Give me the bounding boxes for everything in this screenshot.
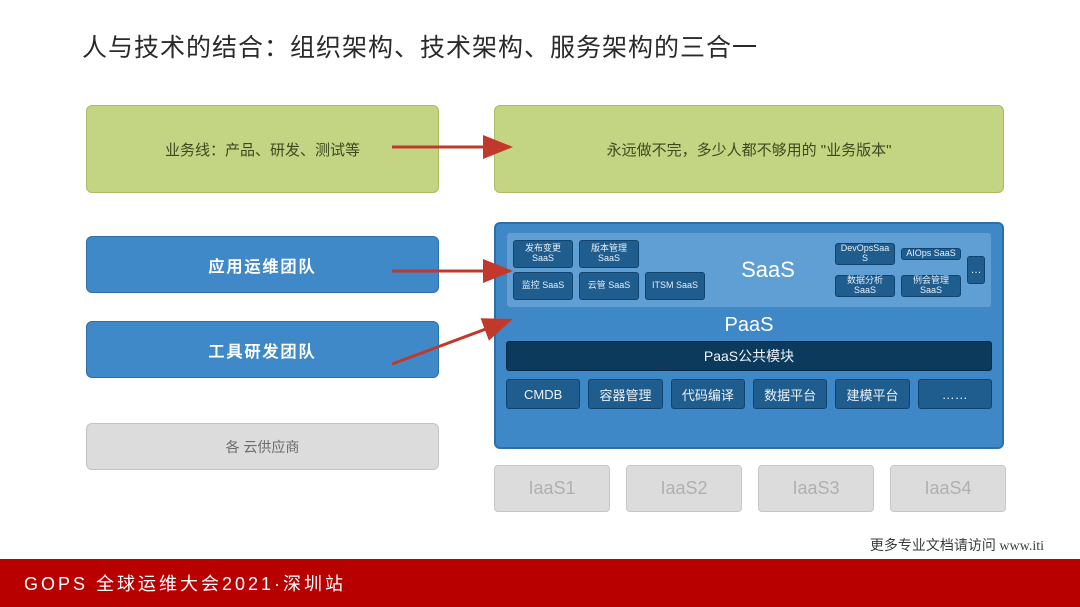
- iaas-box: IaaS3: [758, 465, 874, 512]
- paas-modules-row: CMDB 容器管理 代码编译 数据平台 建模平台 ……: [506, 379, 992, 409]
- saas-label: SaaS: [701, 257, 835, 283]
- saas-item: DevOpsSaa S: [835, 243, 895, 265]
- saas-item: 云管 SaaS: [579, 272, 639, 300]
- saas-item: 版本管理 SaaS: [579, 240, 639, 268]
- iaas-box: IaaS4: [890, 465, 1006, 512]
- saas-more-icon: …: [967, 256, 985, 284]
- box-business-version: 永远做不完，多少人都不够用的 "业务版本": [494, 105, 1004, 193]
- paas-module: 建模平台: [835, 379, 909, 409]
- footer-note: 更多专业文档请访问 www.iti: [870, 535, 1044, 555]
- right-column: 永远做不完，多少人都不够用的 "业务版本": [494, 105, 1004, 193]
- iaas-row: IaaS1 IaaS2 IaaS3 IaaS4: [494, 465, 1006, 512]
- saas-item: 例会管理 SaaS: [901, 275, 961, 297]
- saas-left-grid: 发布变更 SaaS 版本管理 SaaS 监控 SaaS 云管 SaaS ITSM…: [513, 240, 705, 300]
- saas-item: ITSM SaaS: [645, 272, 705, 300]
- saas-item: 数据分析 SaaS: [835, 275, 895, 297]
- saas-item: 发布变更 SaaS: [513, 240, 573, 268]
- paas-label: PaaS: [506, 314, 992, 337]
- footer-bar: GOPS 全球运维大会2021·深圳站: [0, 559, 1080, 607]
- left-column: 业务线：产品、研发、测试等 应用运维团队 工具研发团队 各 云供应商: [86, 105, 439, 470]
- iaas-box: IaaS2: [626, 465, 742, 512]
- paas-module: 代码编译: [671, 379, 745, 409]
- saas-item: AIOps SaaS: [901, 248, 961, 260]
- box-tool-team: 工具研发团队: [86, 321, 439, 378]
- paas-common-bar: PaaS公共模块: [506, 341, 992, 371]
- footer-text: GOPS 全球运维大会2021·深圳站: [24, 570, 346, 596]
- box-ops-team: 应用运维团队: [86, 236, 439, 293]
- slide-title: 人与技术的结合：组织架构、技术架构、服务架构的三合一: [82, 28, 758, 64]
- saas-layer: 发布变更 SaaS 版本管理 SaaS 监控 SaaS 云管 SaaS ITSM…: [506, 232, 992, 308]
- box-business-line: 业务线：产品、研发、测试等: [86, 105, 439, 193]
- paas-module: ……: [918, 379, 992, 409]
- paas-module: 数据平台: [753, 379, 827, 409]
- saas-right-grid: DevOpsSaa S AIOps SaaS … 数据分析 SaaS 例会管理 …: [835, 240, 985, 300]
- saas-item: 监控 SaaS: [513, 272, 573, 300]
- box-cloud-vendor: 各 云供应商: [86, 423, 439, 470]
- iaas-box: IaaS1: [494, 465, 610, 512]
- paas-module: 容器管理: [588, 379, 662, 409]
- paas-module: CMDB: [506, 379, 580, 409]
- stack-container: 发布变更 SaaS 版本管理 SaaS 监控 SaaS 云管 SaaS ITSM…: [494, 222, 1004, 449]
